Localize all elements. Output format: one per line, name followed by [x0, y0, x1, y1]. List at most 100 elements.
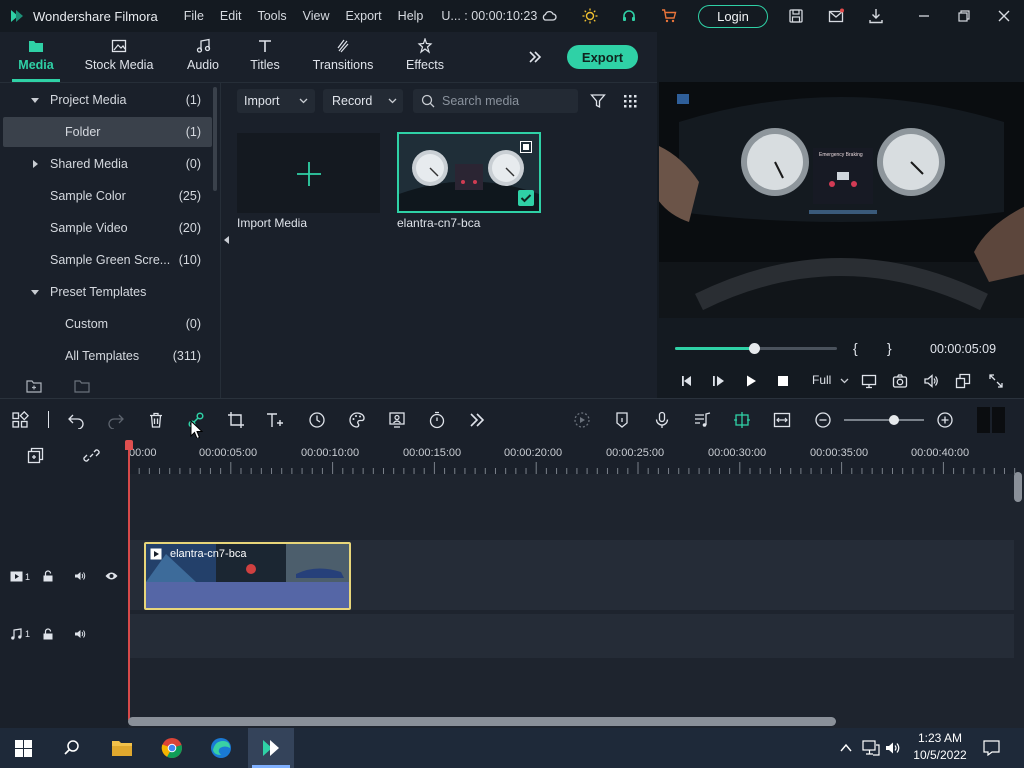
download-icon[interactable]: [868, 8, 884, 24]
crop-icon[interactable]: [227, 411, 245, 429]
clock-time[interactable]: 1:23 AM: [910, 731, 970, 745]
playhead-handle[interactable]: [125, 440, 133, 450]
windows-start-icon[interactable]: [15, 740, 32, 757]
audio-track[interactable]: [128, 614, 1014, 658]
sidebar-item-project-media[interactable]: Project Media (1): [0, 85, 212, 115]
login-button[interactable]: Login: [698, 5, 768, 28]
timeline-vertical-scrollbar[interactable]: [1014, 472, 1022, 502]
restore-icon[interactable]: [956, 8, 972, 24]
timer-icon[interactable]: [428, 411, 446, 429]
preview-viewer[interactable]: Emergency Braking: [659, 82, 1024, 318]
filter-icon[interactable]: [590, 93, 606, 109]
export-button[interactable]: Export: [567, 45, 638, 69]
menu-tools[interactable]: Tools: [257, 9, 286, 23]
folder-outline-icon[interactable]: [74, 378, 90, 394]
headset-icon[interactable]: [621, 8, 637, 24]
snap-icon[interactable]: [733, 411, 751, 429]
speaker-icon[interactable]: [74, 628, 86, 640]
step-back-icon[interactable]: [680, 374, 694, 388]
mark-in-button[interactable]: {: [853, 340, 858, 356]
green-screen-icon[interactable]: [388, 411, 406, 429]
timeline-horizontal-scrollbar[interactable]: [128, 717, 836, 726]
zoom-in-icon[interactable]: [936, 411, 954, 429]
notification-icon[interactable]: [983, 740, 1000, 756]
import-media-tile[interactable]: [237, 133, 380, 213]
mail-icon[interactable]: [828, 8, 844, 24]
caret-down-icon[interactable]: [30, 287, 40, 297]
lightbulb-icon[interactable]: [582, 8, 598, 24]
volume-icon[interactable]: [885, 740, 901, 756]
lock-icon[interactable]: [42, 570, 54, 582]
chrome-icon[interactable]: [161, 737, 183, 759]
grid-view-icon[interactable]: [622, 93, 638, 109]
redo-icon[interactable]: [107, 411, 125, 429]
caret-down-icon[interactable]: [30, 95, 40, 105]
volume-icon[interactable]: [923, 373, 939, 389]
selected-checkbox[interactable]: [518, 190, 534, 206]
save-icon[interactable]: [788, 8, 804, 24]
media-clip-thumbnail[interactable]: [397, 132, 541, 213]
search-icon[interactable]: [63, 739, 81, 757]
time-ruler[interactable]: 00:00 00:00:05:00 00:00:10:00 00:00:15:0…: [128, 438, 1024, 474]
new-folder-icon[interactable]: [26, 378, 42, 394]
fit-timeline-icon[interactable]: [773, 411, 791, 429]
timeline-clip[interactable]: elantra-cn7-bca: [144, 542, 351, 610]
display-icon[interactable]: [861, 373, 877, 389]
layout-icon[interactable]: [11, 411, 29, 429]
sidebar-item-preset-templates[interactable]: Preset Templates: [0, 277, 212, 307]
color-icon[interactable]: [348, 411, 366, 429]
panel-toggle[interactable]: [977, 407, 1005, 433]
quality-dropdown[interactable]: Full: [812, 373, 852, 389]
delete-icon[interactable]: [147, 411, 165, 429]
sidebar-item-folder[interactable]: Folder (1): [3, 117, 212, 147]
sidebar-item-shared-media[interactable]: Shared Media (0): [0, 149, 212, 179]
more-tabs-icon[interactable]: [527, 49, 543, 65]
microphone-icon[interactable]: [653, 411, 671, 429]
taskbar-filmora[interactable]: [248, 728, 294, 768]
close-icon[interactable]: [996, 8, 1012, 24]
network-icon[interactable]: [862, 740, 880, 756]
file-explorer-icon[interactable]: [111, 738, 133, 758]
menu-file[interactable]: File: [184, 9, 204, 23]
audio-mixer-icon[interactable]: [693, 411, 711, 429]
tab-transitions[interactable]: Transitions: [310, 32, 376, 82]
speed-icon[interactable]: [308, 411, 326, 429]
sidebar-item-sample-green-screen[interactable]: Sample Green Scre... (10): [0, 245, 212, 275]
tab-effects[interactable]: Effects: [402, 32, 448, 82]
playback-scrubber[interactable]: [749, 343, 761, 354]
menu-edit[interactable]: Edit: [220, 9, 242, 23]
import-dropdown[interactable]: Import: [237, 89, 315, 113]
sidebar-item-all-templates[interactable]: All Templates (311): [0, 341, 212, 371]
zoom-out-icon[interactable]: [814, 411, 832, 429]
sidebar-item-custom[interactable]: Custom (0): [0, 309, 212, 339]
add-text-icon[interactable]: [266, 411, 284, 429]
chevron-up-icon[interactable]: [840, 743, 852, 753]
pip-icon[interactable]: [955, 373, 971, 389]
clock-date[interactable]: 10/5/2022: [910, 748, 970, 762]
minimize-icon[interactable]: [916, 8, 932, 24]
eye-icon[interactable]: [105, 570, 118, 582]
mark-out-button[interactable]: }: [887, 340, 892, 356]
playhead-line[interactable]: [128, 440, 130, 720]
snapshot-icon[interactable]: [892, 373, 908, 389]
stop-icon[interactable]: [776, 374, 790, 388]
add-track-icon[interactable]: [27, 447, 44, 464]
zoom-slider-knob[interactable]: [888, 415, 899, 425]
play-frame-icon[interactable]: [712, 374, 726, 388]
tab-media[interactable]: Media: [12, 32, 60, 82]
fullscreen-icon[interactable]: [988, 373, 1004, 389]
more-tools-icon[interactable]: [468, 411, 486, 429]
tab-audio[interactable]: Audio: [182, 32, 224, 82]
link-icon[interactable]: [83, 447, 100, 464]
menu-export[interactable]: Export: [346, 9, 382, 23]
tab-titles[interactable]: Titles: [246, 32, 284, 82]
play-icon[interactable]: [744, 374, 758, 388]
cloud-icon[interactable]: [541, 8, 557, 24]
edge-icon[interactable]: [209, 737, 233, 759]
sidebar-scrollbar[interactable]: [213, 87, 217, 191]
caret-right-icon[interactable]: [30, 159, 40, 169]
cart-icon[interactable]: [661, 8, 677, 24]
menu-help[interactable]: Help: [398, 9, 424, 23]
sidebar-item-sample-color[interactable]: Sample Color (25): [0, 181, 212, 211]
zoom-slider-track[interactable]: [844, 419, 924, 421]
